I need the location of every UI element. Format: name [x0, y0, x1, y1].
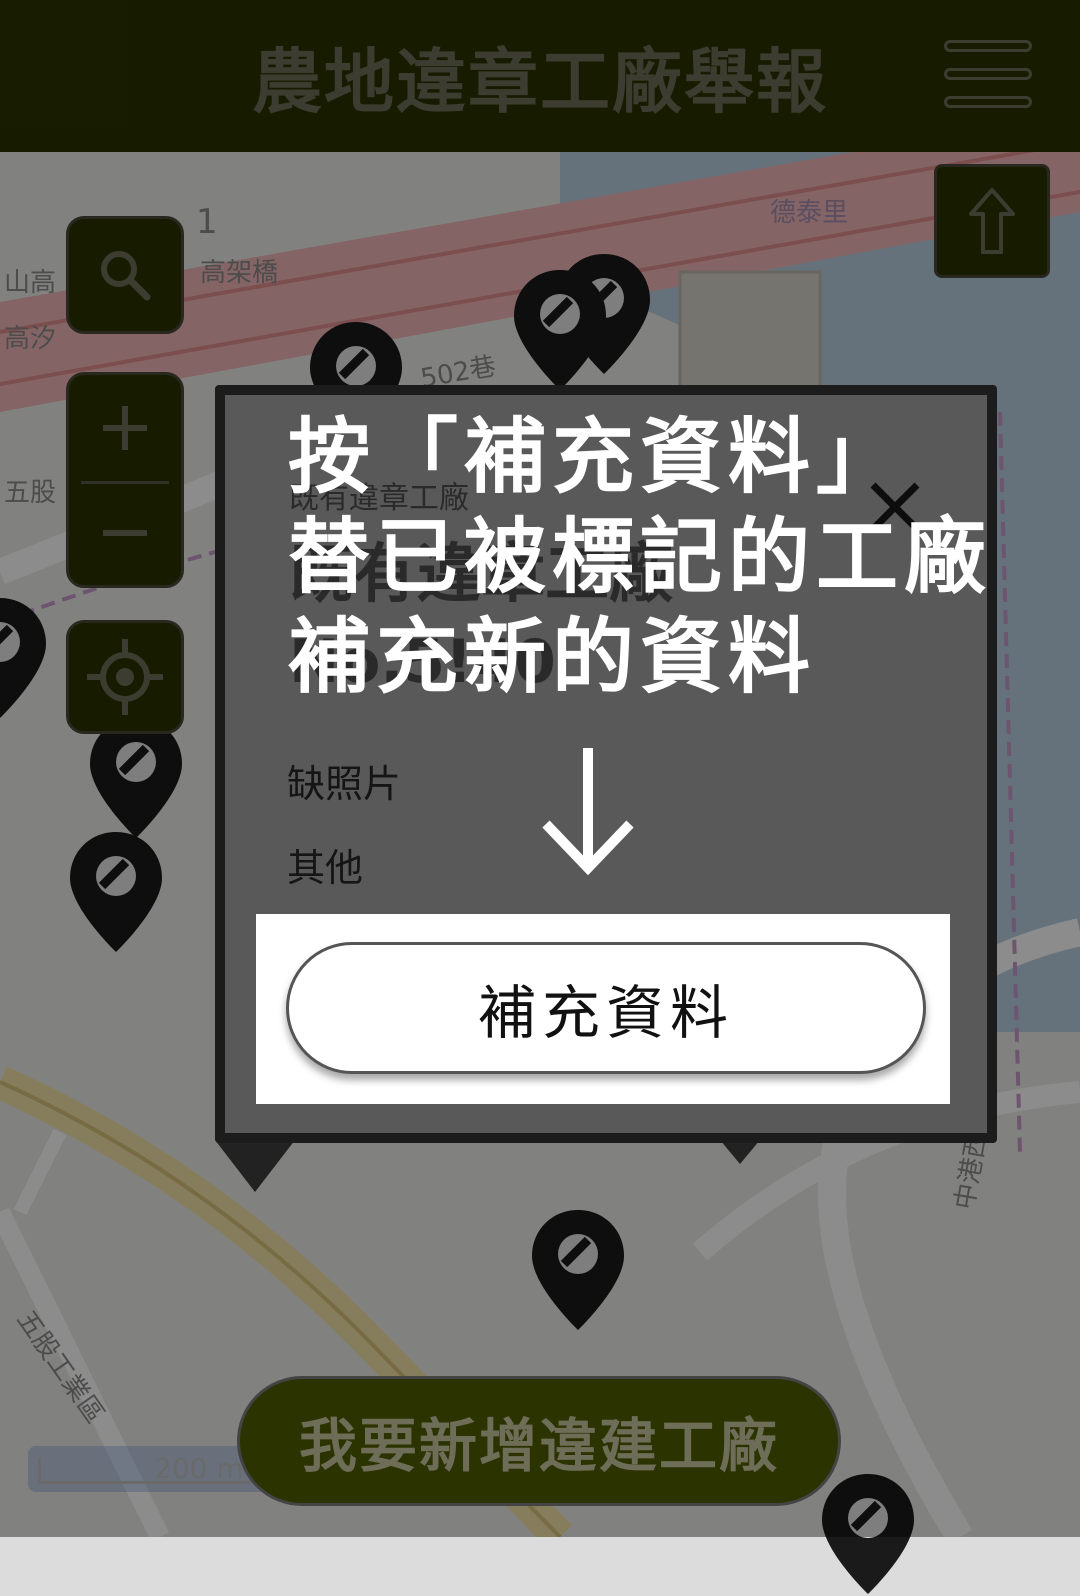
minus-icon — [103, 529, 147, 536]
hamburger-menu-icon — [944, 68, 1032, 80]
app-title: 農地違章工廠舉報 — [252, 40, 828, 123]
zoom-control — [66, 372, 184, 588]
map-pin-icon[interactable] — [820, 1472, 916, 1596]
plus-icon — [103, 405, 147, 450]
map-pin-icon[interactable] — [88, 716, 184, 840]
supplement-data-button[interactable]: 補充資料 — [286, 942, 926, 1074]
popup-pointer — [720, 1140, 760, 1164]
tutorial-line: 替已被標記的工廠 — [288, 510, 993, 605]
zoom-in-button[interactable] — [69, 375, 181, 480]
map-pin-icon[interactable] — [0, 596, 48, 720]
tutorial-line: 補充新的資料 — [288, 610, 817, 705]
map-label: 1 — [196, 202, 218, 242]
map-label: 五股 — [4, 478, 57, 508]
map-label: 高架橋 — [200, 258, 279, 288]
scale-label: 200 m — [154, 1452, 244, 1485]
popup-pointer — [215, 1140, 295, 1192]
map-pin-icon[interactable] — [512, 268, 608, 392]
upload-button[interactable] — [934, 164, 1050, 278]
hamburger-menu-icon — [944, 40, 1032, 52]
map-pin-icon[interactable] — [68, 830, 164, 954]
app-header: 農地違章工廠舉報 — [0, 0, 1080, 152]
map-label: 高汐 — [4, 324, 57, 354]
tutorial-instruction: 按「補充資料」 替已被標記的工廠 補充新的資料 — [288, 408, 1008, 708]
missing-photo-tag: 缺照片 — [287, 762, 402, 806]
hamburger-menu-icon — [944, 96, 1032, 108]
locate-button[interactable] — [66, 620, 184, 734]
tutorial-line: 按「補充資料」 — [288, 410, 905, 505]
search-icon — [101, 251, 151, 301]
map-label: 山高 — [4, 268, 57, 298]
down-arrow-icon — [542, 748, 634, 876]
map-pin-icon[interactable] — [530, 1208, 626, 1332]
crosshair-icon — [87, 639, 163, 715]
menu-button[interactable] — [944, 40, 1034, 114]
other-tag: 其他 — [287, 846, 364, 890]
up-arrow-icon — [969, 188, 1015, 254]
zoom-out-button[interactable] — [69, 480, 181, 585]
map-label: 德泰里 — [770, 198, 849, 228]
search-button[interactable] — [66, 216, 184, 334]
add-factory-button[interactable]: 我要新增違建工廠 — [237, 1376, 841, 1506]
zoom-divider — [81, 481, 169, 484]
